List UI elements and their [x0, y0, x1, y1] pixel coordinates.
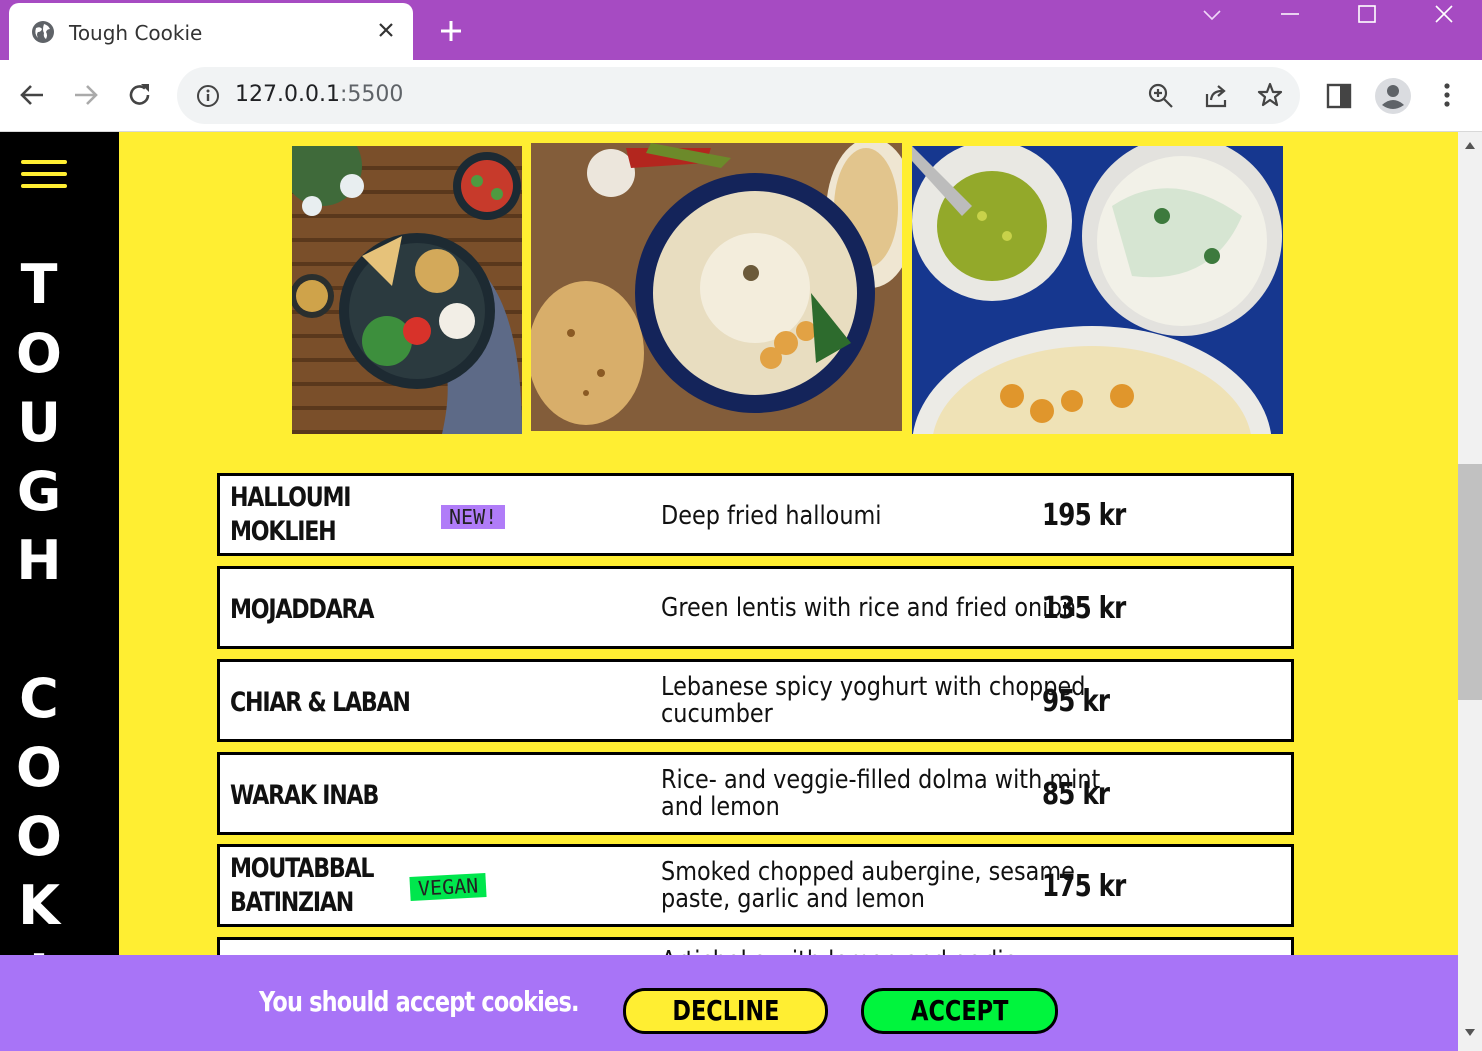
dish-name-line: MOKLIEH: [230, 516, 337, 547]
food-photo-hummus: [531, 143, 902, 431]
accept-button[interactable]: ACCEPT: [861, 988, 1058, 1034]
menu-item-moutabbal-batinzian: MOUTABBAL BATINZIAN VEGAN Smoked chopped…: [217, 844, 1294, 927]
zoom-icon[interactable]: [1147, 82, 1175, 110]
menu-item-mojaddara: MOJADDARA Green lentis with rice and fri…: [217, 566, 1294, 649]
browser-toolbar: 127.0.0.1:5500: [0, 60, 1482, 132]
title-letter: G: [16, 460, 62, 523]
side-panel-icon[interactable]: [1324, 81, 1354, 111]
food-photo-salad-bowl: [292, 146, 522, 434]
dish-price: 175 kr: [1042, 869, 1126, 904]
browser-tab[interactable]: Tough Cookie: [9, 3, 413, 60]
menu-item-chiar-laban: CHIAR & LABAN Lebanese spicy yoghurt wit…: [217, 659, 1294, 742]
new-badge: NEW!: [441, 505, 506, 529]
site-title-vertical: T O U G H C O O K I: [0, 250, 78, 1009]
close-icon[interactable]: [377, 21, 395, 39]
cookie-message: You should accept cookies.: [259, 985, 579, 1018]
food-photo-dips: [912, 146, 1283, 434]
description-line: and lemon: [661, 792, 780, 822]
description-line: Rice- and veggie-filled dolma with mint: [661, 765, 1101, 795]
dish-price: 135 kr: [1042, 591, 1126, 626]
dish-description: Smoked chopped aubergine, sesame paste, …: [661, 859, 1075, 913]
title-letter: H: [16, 529, 62, 592]
dish-name: MOJADDARA: [230, 593, 374, 627]
title-letter: O: [16, 322, 62, 385]
dish-name-line: MOJADDARA: [230, 594, 374, 625]
cookie-banner: You should accept cookies. DECLINE ACCEP…: [0, 955, 1458, 1051]
title-letter: [0, 595, 78, 664]
dish-name-line: BATINZIAN: [230, 887, 354, 918]
dish-description: Green lentis with rice and fried onion: [661, 593, 1077, 623]
title-letter: C: [19, 667, 59, 730]
profile-avatar-icon[interactable]: [1374, 77, 1412, 115]
dish-name-line: WARAK INAB: [230, 780, 379, 811]
scrollbar-thumb[interactable]: [1458, 464, 1482, 700]
description-line: cucumber: [661, 699, 773, 729]
star-icon[interactable]: [1256, 81, 1284, 109]
kebab-menu-icon[interactable]: [1432, 80, 1462, 110]
description-line: Smoked chopped aubergine, sesame: [661, 857, 1075, 887]
menu-item-halloumi-mokleih: HALLOUMI MOKLIEH NEW! Deep fried halloum…: [217, 473, 1294, 556]
dish-description: Lebanese spicy yoghurt with chopped cucu…: [661, 674, 1085, 728]
hamburger-menu-icon[interactable]: [21, 160, 67, 192]
sidebar: T O U G H C O O K I: [0, 132, 119, 1051]
title-letter: K: [18, 874, 60, 937]
back-arrow-icon[interactable]: [17, 80, 47, 110]
title-letter: U: [17, 391, 61, 454]
menu-item-warak-inab: WARAK INAB Rice- and veggie-filled dolma…: [217, 752, 1294, 835]
window-close-icon[interactable]: [1424, 2, 1464, 28]
dish-price: 195 kr: [1042, 498, 1126, 533]
chevron-down-icon[interactable]: [1192, 2, 1232, 28]
dish-name: HALLOUMI MOKLIEH: [230, 481, 352, 549]
title-letter: T: [20, 253, 58, 316]
dish-price: 95 kr: [1042, 684, 1110, 719]
page-viewport: T O U G H C O O K I: [0, 132, 1458, 1051]
reload-icon[interactable]: [125, 80, 155, 110]
url-port: :5500: [339, 82, 404, 107]
dish-name-line: CHIAR & LABAN: [230, 687, 411, 718]
title-letter: O: [16, 736, 62, 799]
dish-description: Rice- and veggie-filled dolma with mint …: [661, 767, 1100, 821]
decline-button[interactable]: DECLINE: [623, 988, 828, 1034]
dish-description: Deep fried halloumi: [661, 501, 882, 531]
page-scrollbar[interactable]: [1458, 132, 1482, 1051]
dish-name-line: MOUTABBAL: [230, 853, 375, 884]
scroll-down-arrow-icon[interactable]: [1464, 1028, 1476, 1038]
share-icon[interactable]: [1202, 82, 1230, 110]
address-bar[interactable]: 127.0.0.1:5500: [177, 67, 1300, 124]
minimize-icon[interactable]: [1270, 2, 1310, 28]
info-icon[interactable]: [196, 84, 220, 108]
new-tab-icon[interactable]: [437, 17, 465, 45]
forward-arrow-icon[interactable]: [71, 80, 101, 110]
scroll-up-arrow-icon[interactable]: [1464, 140, 1476, 150]
browser-titlebar: Tough Cookie: [0, 0, 1482, 60]
title-letter: O: [16, 805, 62, 868]
description-line: Lebanese spicy yoghurt with chopped: [661, 672, 1086, 702]
accept-label: ACCEPT: [910, 994, 1009, 1027]
maximize-icon[interactable]: [1347, 2, 1387, 28]
globe-icon: [32, 21, 54, 43]
decline-label: DECLINE: [672, 994, 779, 1027]
dish-name: CHIAR & LABAN: [230, 686, 411, 720]
url-text[interactable]: 127.0.0.1:5500: [235, 82, 403, 107]
dish-name-line: HALLOUMI: [230, 482, 352, 513]
dish-name: WARAK INAB: [230, 779, 379, 813]
url-host: 127.0.0.1: [235, 82, 340, 107]
description-line: paste, garlic and lemon: [661, 884, 925, 914]
vegan-badge: VEGAN: [409, 873, 487, 901]
tab-title: Tough Cookie: [69, 21, 203, 45]
dish-name: MOUTABBAL BATINZIAN: [230, 852, 375, 920]
dish-price: 85 kr: [1042, 777, 1110, 812]
